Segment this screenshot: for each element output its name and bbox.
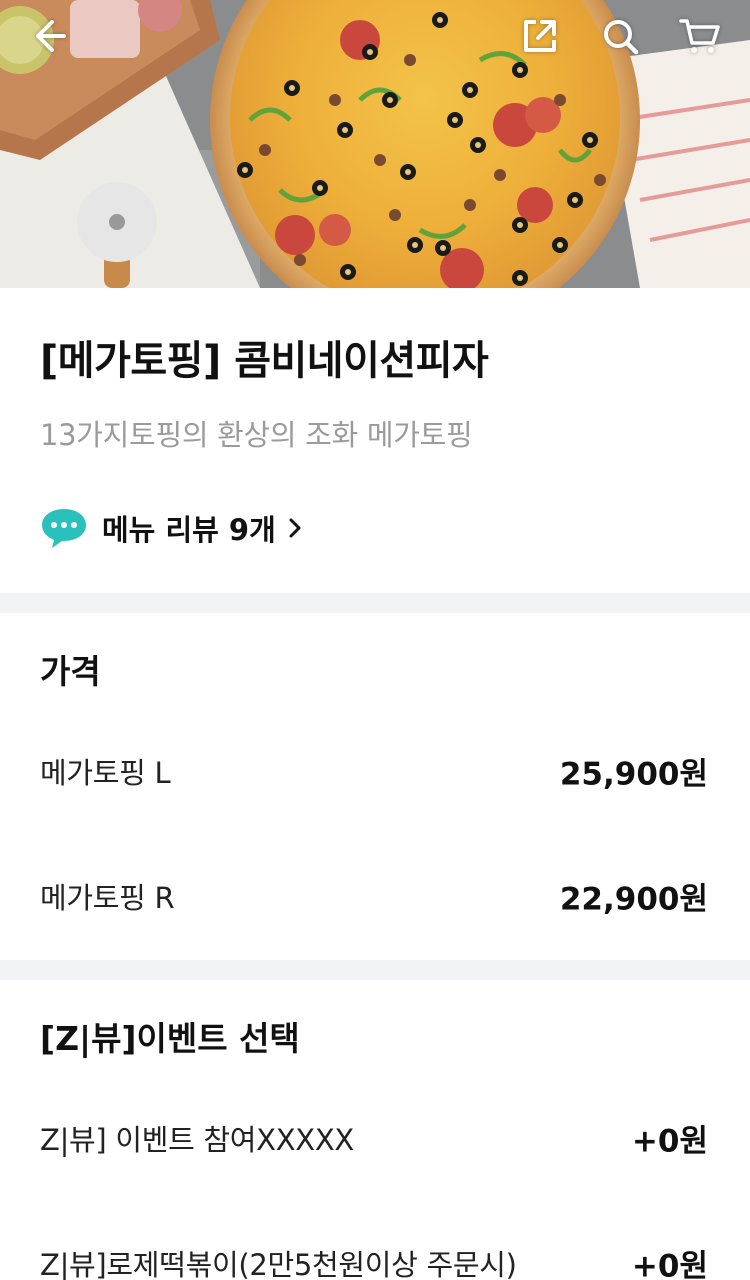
menu-review-link[interactable]: 메뉴 리뷰 9개	[40, 506, 302, 550]
cart-icon	[679, 19, 720, 53]
price-section-title: 가격	[40, 652, 101, 691]
price-option-price: 25,900원	[559, 756, 708, 793]
price-option-label: 메가토핑 L	[40, 756, 171, 790]
price-option-row[interactable]: 메가토핑 R 22,900원	[0, 856, 750, 936]
chevron-right-icon	[288, 517, 302, 539]
back-arrow-icon	[36, 20, 66, 52]
product-description: 13가지토핑의 환상의 조화 메가토핑	[40, 418, 473, 452]
product-info: [메가토핑] 콤비네이션피자 13가지토핑의 환상의 조화 메가토핑 메뉴 리뷰…	[0, 288, 750, 593]
price-option-row[interactable]: 메가토핑 L 25,900원	[0, 731, 750, 811]
product-title: [메가토핑] 콤비네이션피자	[40, 338, 489, 384]
event-option-row[interactable]: Z|뷰] 이벤트 참여XXXXX +0원	[0, 1098, 750, 1178]
event-option-label: Z|뷰] 이벤트 참여XXXXX	[40, 1123, 355, 1157]
event-section: [Z|뷰]이벤트 선택 Z|뷰] 이벤트 참여XXXXX +0원 Z|뷰]로제떡…	[0, 980, 750, 1280]
event-option-price: +0원	[631, 1248, 708, 1280]
menu-review-label: 메뉴 리뷰 9개	[102, 513, 276, 547]
speech-bubble-icon	[42, 509, 86, 548]
price-section: 가격 메가토핑 L 25,900원 메가토핑 R 22,900원	[0, 613, 750, 960]
search-button[interactable]	[596, 12, 644, 60]
event-option-label: Z|뷰]로제떡볶이(2만5천원이상 주문시)	[40, 1248, 517, 1280]
price-option-price: 22,900원	[559, 881, 708, 918]
event-section-title: [Z|뷰]이벤트 선택	[40, 1019, 300, 1058]
share-icon	[524, 20, 556, 52]
cart-button[interactable]	[676, 12, 724, 60]
back-button[interactable]	[26, 12, 74, 60]
section-divider	[0, 593, 750, 613]
event-option-row[interactable]: Z|뷰]로제떡볶이(2만5천원이상 주문시) +0원	[0, 1223, 750, 1280]
event-option-price: +0원	[631, 1123, 708, 1160]
share-button[interactable]	[516, 12, 564, 60]
search-icon	[604, 20, 639, 55]
price-option-label: 메가토핑 R	[40, 881, 175, 915]
product-hero-image	[0, 0, 750, 288]
section-divider	[0, 960, 750, 980]
